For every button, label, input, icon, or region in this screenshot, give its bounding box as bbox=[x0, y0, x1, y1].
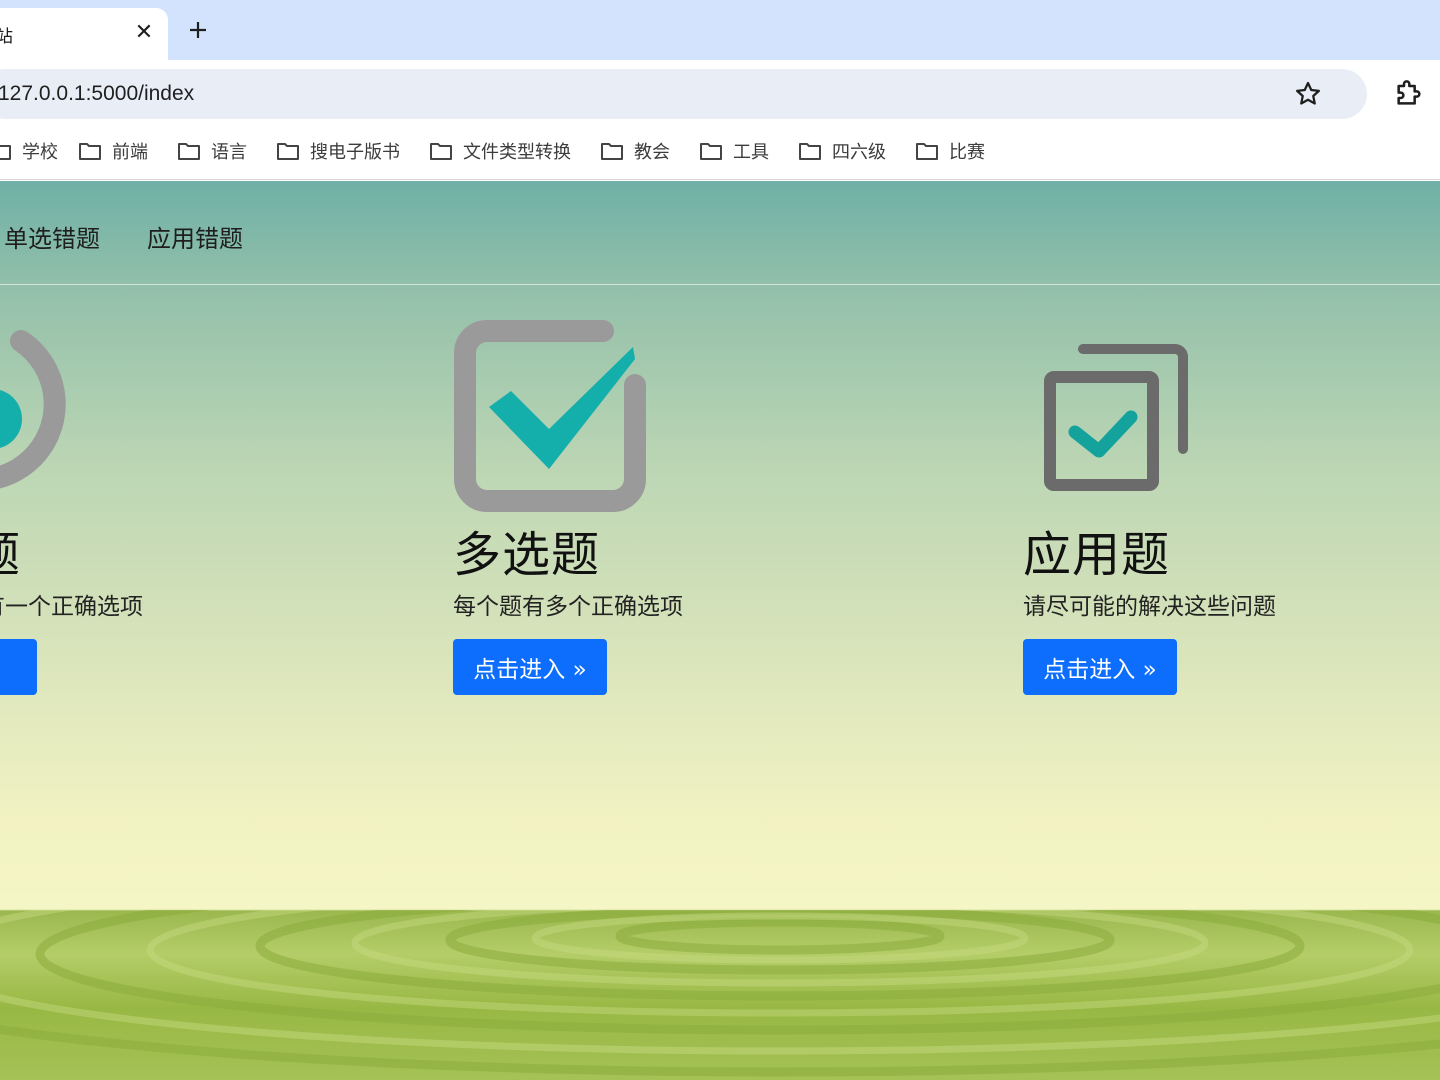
radio-icon bbox=[0, 330, 66, 489]
bookmark-label: 四六级 bbox=[832, 142, 886, 163]
bookmarks-bar: 学校 前端 语言 搜电子版书 文件类型转换 教会 工具 四六级 比赛 bbox=[0, 122, 1440, 180]
bookmark-folder[interactable]: 前端 bbox=[78, 138, 148, 164]
folder-icon bbox=[601, 143, 623, 160]
bookmark-label: 教会 bbox=[634, 142, 670, 163]
enter-button[interactable]: 点击进入 » bbox=[1023, 639, 1177, 695]
bookmark-star-icon[interactable] bbox=[1293, 79, 1323, 109]
folder-icon bbox=[916, 143, 938, 160]
bookmark-folder[interactable]: 四六级 bbox=[798, 138, 886, 164]
card-description: 每个题有多个正确选项 bbox=[453, 594, 683, 620]
browser-tab[interactable]: 站 ✕ bbox=[0, 8, 168, 60]
application-problems-card: 应用题 请尽可能的解决这些问题 点击进入 » bbox=[1023, 319, 1440, 709]
card-title: 题 bbox=[0, 515, 21, 585]
card-title: 应用题 bbox=[1023, 527, 1171, 583]
multiple-choice-card: 多选题 每个题有多个正确选项 点击进入 » bbox=[453, 319, 873, 709]
card-title: 多选题 bbox=[453, 527, 601, 583]
bookmark-folder[interactable]: 文件类型转换 bbox=[429, 138, 571, 164]
folder-icon bbox=[799, 143, 821, 160]
bookmark-folder[interactable]: 搜电子版书 bbox=[276, 138, 400, 164]
browser-toolbar: 127.0.0.1:5000/index bbox=[0, 60, 1440, 122]
bookmark-folder[interactable]: 工具 bbox=[699, 138, 769, 164]
url-text[interactable]: 127.0.0.1:5000/index bbox=[0, 82, 194, 106]
tab-title: 站 bbox=[0, 27, 13, 47]
page-content: 单选错题 应用错题 题 有一个正确选项 » 多选题 每个题有多个正确选项 点击进… bbox=[0, 181, 1440, 1080]
new-tab-plus-icon[interactable] bbox=[182, 14, 214, 46]
nav-link-single-choice-mistakes[interactable]: 单选错题 bbox=[4, 219, 100, 254]
bookmark-folder[interactable]: 语言 bbox=[177, 138, 247, 164]
site-navbar: 单选错题 应用错题 bbox=[0, 181, 1440, 285]
folder-icon bbox=[700, 143, 722, 160]
extensions-puzzle-icon[interactable] bbox=[1392, 78, 1424, 110]
folder-icon bbox=[178, 143, 200, 160]
card-description: 请尽可能的解决这些问题 bbox=[1023, 594, 1276, 620]
enter-button[interactable]: 点击进入 » bbox=[453, 639, 607, 695]
copy-check-icon bbox=[1044, 344, 1188, 491]
nav-link-application-mistakes[interactable]: 应用错题 bbox=[147, 219, 243, 254]
close-icon[interactable]: ✕ bbox=[130, 18, 158, 46]
enter-button[interactable]: » bbox=[0, 639, 37, 695]
folder-icon bbox=[430, 143, 452, 160]
bookmark-label: 语言 bbox=[211, 142, 247, 163]
grass-background bbox=[0, 910, 1440, 1077]
address-bar[interactable]: 127.0.0.1:5000/index bbox=[0, 69, 1367, 119]
browser-tabstrip: 站 ✕ bbox=[0, 0, 1440, 60]
bookmark-label: 搜电子版书 bbox=[310, 142, 400, 163]
folder-icon bbox=[79, 143, 101, 160]
bookmark-label: 工具 bbox=[733, 142, 769, 163]
folder-icon bbox=[0, 145, 11, 160]
bookmark-label: 文件类型转换 bbox=[463, 142, 571, 163]
bookmark-label: 比赛 bbox=[949, 142, 985, 163]
bookmark-folder[interactable]: 比赛 bbox=[915, 138, 985, 164]
bookmark-label: 前端 bbox=[112, 142, 148, 163]
checkbox-icon bbox=[454, 320, 646, 512]
bookmark-label: 学校 bbox=[22, 142, 58, 163]
bookmark-folder[interactable]: 学校 bbox=[0, 138, 58, 164]
bookmark-folder[interactable]: 教会 bbox=[600, 138, 670, 164]
folder-icon bbox=[277, 143, 299, 160]
card-description: 有一个正确选项 bbox=[0, 594, 143, 620]
